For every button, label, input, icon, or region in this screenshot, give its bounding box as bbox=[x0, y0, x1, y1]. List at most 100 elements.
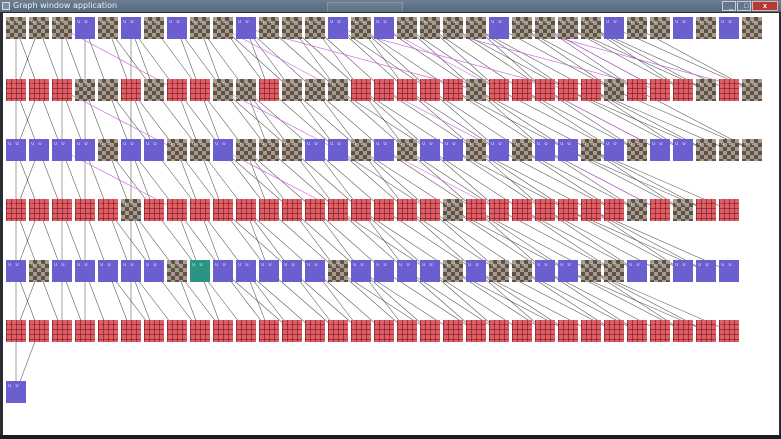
graph-node-red[interactable]: · · bbox=[328, 199, 348, 221]
graph-node-brown[interactable]: ∪ ∪ bbox=[581, 17, 601, 39]
graph-node-purple[interactable]: ∪ ∪ bbox=[351, 260, 371, 282]
graph-node-red[interactable]: · · bbox=[6, 79, 26, 101]
graph-node-brown[interactable]: ∪ ∪ bbox=[236, 139, 256, 161]
graph-node-brown[interactable]: ∪ ∪ bbox=[98, 79, 118, 101]
graph-node-red[interactable]: · · bbox=[650, 320, 670, 342]
graph-node-red[interactable]: · · bbox=[236, 320, 256, 342]
graph-node-purple[interactable]: ∪ ∪ bbox=[75, 139, 95, 161]
graph-node-purple[interactable]: ∪ ∪ bbox=[466, 260, 486, 282]
graph-node-brown[interactable]: ∪ ∪ bbox=[236, 79, 256, 101]
graph-node-brown[interactable]: ∪ ∪ bbox=[650, 260, 670, 282]
graph-node-purple[interactable]: ∪ ∪ bbox=[98, 260, 118, 282]
graph-node-purple[interactable]: ∪ ∪ bbox=[604, 139, 624, 161]
graph-node-red[interactable]: · · bbox=[259, 320, 279, 342]
graph-node-brown[interactable]: ∪ ∪ bbox=[489, 260, 509, 282]
graph-node-brown[interactable]: ∪ ∪ bbox=[650, 17, 670, 39]
graph-node-purple[interactable]: ∪ ∪ bbox=[213, 260, 233, 282]
graph-node-purple[interactable]: ∪ ∪ bbox=[52, 260, 72, 282]
graph-node-purple[interactable]: ∪ ∪ bbox=[121, 139, 141, 161]
graph-node-red[interactable]: · · bbox=[535, 199, 555, 221]
graph-node-red[interactable]: · · bbox=[351, 320, 371, 342]
graph-node-red[interactable]: · · bbox=[190, 199, 210, 221]
graph-node-red[interactable]: · · bbox=[443, 320, 463, 342]
graph-node-purple[interactable]: ∪ ∪ bbox=[75, 17, 95, 39]
graph-node-brown[interactable]: ∪ ∪ bbox=[466, 79, 486, 101]
graph-node-red[interactable]: · · bbox=[351, 199, 371, 221]
close-button[interactable]: x bbox=[752, 1, 778, 11]
graph-node-purple[interactable]: ∪ ∪ bbox=[420, 139, 440, 161]
graph-node-teal[interactable]: ∪ ∪ bbox=[190, 260, 210, 282]
graph-node-red[interactable]: · · bbox=[489, 79, 509, 101]
graph-node-brown[interactable]: ∪ ∪ bbox=[282, 17, 302, 39]
graph-node-red[interactable]: · · bbox=[673, 79, 693, 101]
graph-node-purple[interactable]: ∪ ∪ bbox=[75, 260, 95, 282]
graph-node-red[interactable]: · · bbox=[650, 199, 670, 221]
graph-node-red[interactable]: · · bbox=[696, 199, 716, 221]
graph-node-red[interactable]: · · bbox=[420, 320, 440, 342]
graph-node-brown[interactable]: ∪ ∪ bbox=[719, 139, 739, 161]
graph-node-red[interactable]: · · bbox=[397, 79, 417, 101]
graph-node-purple[interactable]: ∪ ∪ bbox=[144, 139, 164, 161]
graph-node-brown[interactable]: ∪ ∪ bbox=[259, 17, 279, 39]
graph-node-red[interactable]: · · bbox=[535, 79, 555, 101]
graph-node-red[interactable]: · · bbox=[604, 199, 624, 221]
graph-node-purple[interactable]: ∪ ∪ bbox=[236, 17, 256, 39]
graph-node-purple[interactable]: ∪ ∪ bbox=[213, 139, 233, 161]
graph-node-purple[interactable]: ∪ ∪ bbox=[443, 139, 463, 161]
graph-node-purple[interactable]: ∪ ∪ bbox=[535, 139, 555, 161]
graph-node-red[interactable]: · · bbox=[213, 320, 233, 342]
graph-node-red[interactable]: · · bbox=[52, 199, 72, 221]
graph-node-red[interactable]: · · bbox=[190, 320, 210, 342]
graph-node-brown[interactable]: ∪ ∪ bbox=[167, 139, 187, 161]
graph-node-red[interactable]: · · bbox=[535, 320, 555, 342]
graph-node-red[interactable]: · · bbox=[167, 320, 187, 342]
graph-node-red[interactable]: · · bbox=[673, 320, 693, 342]
graph-node-brown[interactable]: ∪ ∪ bbox=[604, 260, 624, 282]
graph-node-red[interactable]: · · bbox=[558, 320, 578, 342]
graph-node-brown[interactable]: ∪ ∪ bbox=[696, 17, 716, 39]
graph-node-red[interactable]: · · bbox=[259, 199, 279, 221]
graph-node-red[interactable]: · · bbox=[466, 320, 486, 342]
graph-node-purple[interactable]: ∪ ∪ bbox=[558, 139, 578, 161]
graph-node-brown[interactable]: ∪ ∪ bbox=[328, 79, 348, 101]
graph-node-purple[interactable]: ∪ ∪ bbox=[719, 260, 739, 282]
graph-node-red[interactable]: · · bbox=[420, 79, 440, 101]
graph-node-brown[interactable]: ∪ ∪ bbox=[29, 17, 49, 39]
graph-node-red[interactable]: · · bbox=[167, 79, 187, 101]
graph-node-red[interactable]: · · bbox=[52, 79, 72, 101]
graph-node-red[interactable]: · · bbox=[466, 199, 486, 221]
graph-node-purple[interactable]: ∪ ∪ bbox=[6, 139, 26, 161]
graph-node-purple[interactable]: ∪ ∪ bbox=[305, 260, 325, 282]
graph-node-red[interactable]: · · bbox=[489, 320, 509, 342]
graph-node-red[interactable]: · · bbox=[213, 199, 233, 221]
graph-node-brown[interactable]: ∪ ∪ bbox=[6, 17, 26, 39]
graph-node-red[interactable]: · · bbox=[305, 320, 325, 342]
graph-node-purple[interactable]: ∪ ∪ bbox=[604, 17, 624, 39]
graph-node-purple[interactable]: ∪ ∪ bbox=[673, 139, 693, 161]
graph-node-brown[interactable]: ∪ ∪ bbox=[397, 139, 417, 161]
graph-node-purple[interactable]: ∪ ∪ bbox=[144, 260, 164, 282]
graph-node-red[interactable]: · · bbox=[489, 199, 509, 221]
graph-node-red[interactable]: · · bbox=[581, 79, 601, 101]
graph-node-red[interactable]: · · bbox=[397, 199, 417, 221]
graph-node-brown[interactable]: ∪ ∪ bbox=[75, 79, 95, 101]
graph-node-red[interactable]: · · bbox=[75, 320, 95, 342]
graph-node-purple[interactable]: ∪ ∪ bbox=[6, 381, 26, 403]
graph-node-brown[interactable]: ∪ ∪ bbox=[144, 17, 164, 39]
graph-node-brown[interactable]: ∪ ∪ bbox=[673, 199, 693, 221]
graph-node-red[interactable]: · · bbox=[512, 79, 532, 101]
graph-node-purple[interactable]: ∪ ∪ bbox=[535, 260, 555, 282]
graph-node-brown[interactable]: ∪ ∪ bbox=[466, 17, 486, 39]
graph-node-red[interactable]: · · bbox=[512, 320, 532, 342]
graph-node-red[interactable]: · · bbox=[650, 79, 670, 101]
graph-node-purple[interactable]: ∪ ∪ bbox=[420, 260, 440, 282]
graph-node-red[interactable]: · · bbox=[259, 79, 279, 101]
graph-node-brown[interactable]: ∪ ∪ bbox=[282, 139, 302, 161]
graph-node-red[interactable]: · · bbox=[627, 79, 647, 101]
graph-node-brown[interactable]: ∪ ∪ bbox=[558, 17, 578, 39]
graph-node-red[interactable]: · · bbox=[98, 320, 118, 342]
graph-node-brown[interactable]: ∪ ∪ bbox=[213, 17, 233, 39]
graph-node-red[interactable]: · · bbox=[98, 199, 118, 221]
graph-node-brown[interactable]: ∪ ∪ bbox=[121, 199, 141, 221]
graph-node-red[interactable]: · · bbox=[443, 79, 463, 101]
